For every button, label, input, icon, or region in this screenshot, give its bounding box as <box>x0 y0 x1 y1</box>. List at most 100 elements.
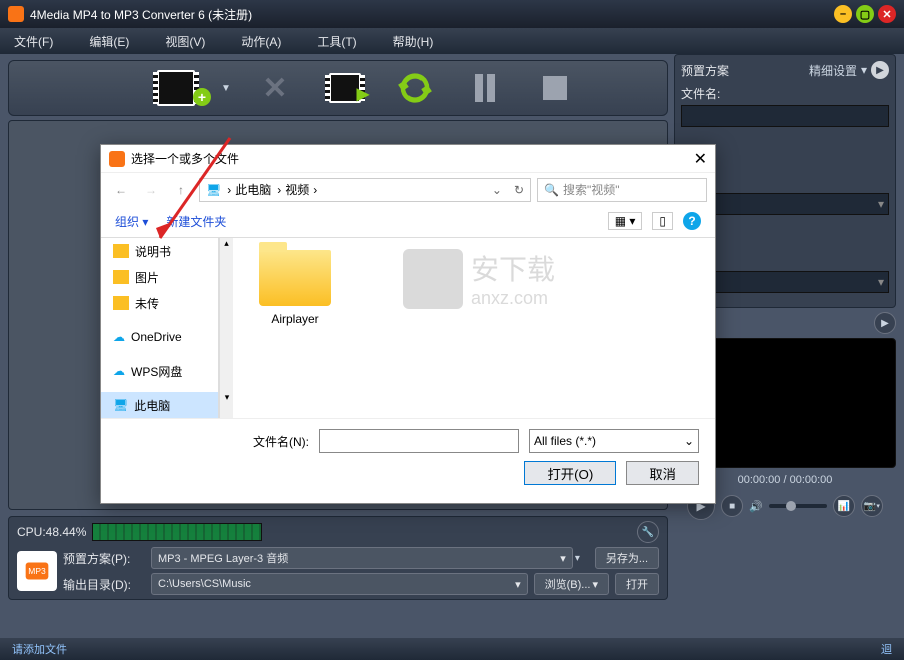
filename-label: 文件名(N): <box>253 433 309 450</box>
filename-label: 文件名: <box>681 85 889 102</box>
new-folder-button[interactable]: 新建文件夹 <box>166 213 226 230</box>
folder-label: Airplayer <box>271 312 318 326</box>
open-button[interactable]: 打开(O) <box>524 461 616 485</box>
tree-scrollbar[interactable]: ▴▾ <box>219 238 233 418</box>
nav-back-button[interactable]: ← <box>109 178 133 202</box>
main-toolbar: + ▼ ✕ ▶ <box>8 60 668 116</box>
address-bar[interactable]: 🖥 › 此电脑 › 视频 › ⌄ ↻ <box>199 178 531 202</box>
arrow-right-icon: ▶ <box>871 61 889 79</box>
tree-item-docs[interactable]: 说明书 <box>101 238 218 264</box>
dialog-icon <box>109 151 125 167</box>
cpu-label: CPU:48.44% <box>17 525 86 539</box>
pc-icon: 🖥 <box>206 183 221 197</box>
convert-button[interactable]: ▶ <box>315 66 375 110</box>
add-dropdown-icon[interactable]: ▼ <box>221 83 235 94</box>
delete-button[interactable]: ✕ <box>245 66 305 110</box>
filetype-select[interactable]: All files (*.*) ⌄ <box>529 429 699 453</box>
bottom-panel: CPU:48.44% 🔧 MP3 预置方案(P): MP3 - MPEG Lay… <box>8 516 668 600</box>
crumb-pc[interactable]: 此电脑 <box>235 181 271 198</box>
pc-icon: 🖥 <box>113 398 128 412</box>
saveas-button[interactable]: 另存为... <box>595 547 659 569</box>
tree-item-onedrive[interactable]: ☁OneDrive <box>101 324 218 350</box>
refresh-icon[interactable]: ↻ <box>514 183 524 197</box>
nav-forward-button: → <box>139 178 163 202</box>
refresh-icon <box>397 70 433 106</box>
folder-tree: 说明书 图片 未传 ☁OneDrive ☁WPS网盘 🖥此电脑 <box>101 238 219 418</box>
organize-button[interactable]: 组织 ▾ <box>115 213 148 230</box>
folder-item-airplayer[interactable]: Airplayer <box>245 250 345 326</box>
output-combo[interactable]: C:\Users\CS\Music ▾ <box>151 573 528 595</box>
camera-button[interactable]: 📷▾ <box>861 495 883 517</box>
menu-edit[interactable]: 编辑(E) <box>89 33 129 50</box>
volume-slider[interactable] <box>769 504 827 508</box>
menu-bar: 文件(F) 编辑(E) 视图(V) 动作(A) 工具(T) 帮助(H) <box>0 28 904 54</box>
output-value: C:\Users\CS\Music <box>158 578 251 590</box>
search-placeholder: 搜索"视频" <box>563 181 620 198</box>
window-title: 4Media MP4 to MP3 Converter 6 (未注册) <box>30 6 252 23</box>
maximize-button[interactable]: ▢ <box>856 5 874 23</box>
cancel-button[interactable]: 取消 <box>626 461 699 485</box>
dialog-titlebar: 选择一个或多个文件 ✕ <box>101 145 715 173</box>
menu-help[interactable]: 帮助(H) <box>393 33 434 50</box>
tree-item-thispc[interactable]: 🖥此电脑 <box>101 392 218 418</box>
cloud-icon: ☁ <box>113 330 125 344</box>
status-right-icon[interactable]: 迴 <box>881 641 892 657</box>
status-bar: 请添加文件 迴 <box>0 638 904 660</box>
window-titlebar: 4Media MP4 to MP3 Converter 6 (未注册) – ▢ … <box>0 0 904 28</box>
filetype-value: All files (*.*) <box>534 434 596 448</box>
tree-item-pics[interactable]: 图片 <box>101 264 218 290</box>
crumb-folder[interactable]: 视频 <box>285 181 309 198</box>
tree-item-unsent[interactable]: 未传 <box>101 290 218 316</box>
browse-button[interactable]: 浏览(B)... ▾ <box>534 573 609 595</box>
file-open-dialog: 选择一个或多个文件 ✕ ← → ↑ 🖥 › 此电脑 › 视频 › ⌄ ↻ 🔍 搜… <box>100 144 716 504</box>
preset-combo[interactable]: MP3 - MPEG Layer-3 音频 ▾ <box>151 547 573 569</box>
advanced-settings-button[interactable]: 精细设置 ▾ ▶ <box>809 61 889 79</box>
refresh-button[interactable] <box>385 66 445 110</box>
stop-preview-button[interactable]: ■ <box>721 495 743 517</box>
menu-action[interactable]: 动作(A) <box>241 33 281 50</box>
expand-preview-button[interactable]: ▶ <box>874 312 896 334</box>
chevron-down-icon: ▾ <box>878 197 884 211</box>
search-input[interactable]: 🔍 搜索"视频" <box>537 178 707 202</box>
search-icon: 🔍 <box>544 183 559 197</box>
file-content-area[interactable]: Airplayer 安下载 anxz.com <box>233 238 715 418</box>
open-output-button[interactable]: 打开 <box>615 573 659 595</box>
dialog-toolbar: 组织 ▾ 新建文件夹 ▦ ▾ ▯ ? <box>101 206 715 238</box>
x-icon: ✕ <box>262 71 287 106</box>
menu-tools[interactable]: 工具(T) <box>317 33 356 50</box>
preview-pane-button[interactable]: ▯ <box>652 212 673 230</box>
close-button[interactable]: ✕ <box>878 5 896 23</box>
pause-button[interactable] <box>455 66 515 110</box>
help-icon[interactable]: ? <box>683 212 701 230</box>
film-icon <box>157 70 195 106</box>
svg-text:MP3: MP3 <box>28 566 46 576</box>
watermark: 安下载 anxz.com <box>403 248 555 309</box>
filename-input[interactable] <box>319 429 519 453</box>
settings-gear-button[interactable]: 🔧 <box>637 521 659 543</box>
folder-icon <box>259 250 331 306</box>
volume-icon[interactable]: 🔊 <box>749 500 763 513</box>
add-file-button[interactable]: + <box>137 66 215 110</box>
preset-label: 预置方案(P): <box>63 550 145 567</box>
filename-input[interactable] <box>681 105 889 127</box>
chevron-down-icon[interactable]: ⌄ <box>492 183 502 197</box>
stop-icon <box>543 76 567 100</box>
cpu-graph <box>92 523 262 541</box>
chevron-down-icon: ▾ <box>861 63 867 77</box>
minimize-button[interactable]: – <box>834 5 852 23</box>
pause-icon <box>475 74 495 102</box>
chevron-down-icon: ▾ <box>515 578 521 591</box>
menu-file[interactable]: 文件(F) <box>14 33 53 50</box>
dialog-nav-bar: ← → ↑ 🖥 › 此电脑 › 视频 › ⌄ ↻ 🔍 搜索"视频" <box>101 173 715 205</box>
dialog-close-button[interactable]: ✕ <box>694 149 707 169</box>
plus-badge-icon: + <box>193 88 211 106</box>
stop-button[interactable] <box>525 66 585 110</box>
chevron-down-icon: ▾ <box>878 275 884 289</box>
nav-up-button[interactable]: ↑ <box>169 178 193 202</box>
preset-extra-dropdown[interactable]: ▾ <box>575 553 589 564</box>
snapshot-button[interactable]: 📊 <box>833 495 855 517</box>
tree-item-wps[interactable]: ☁WPS网盘 <box>101 358 218 384</box>
menu-view[interactable]: 视图(V) <box>165 33 205 50</box>
view-mode-button[interactable]: ▦ ▾ <box>608 212 643 230</box>
arrow-right-icon: ▶ <box>357 84 369 104</box>
